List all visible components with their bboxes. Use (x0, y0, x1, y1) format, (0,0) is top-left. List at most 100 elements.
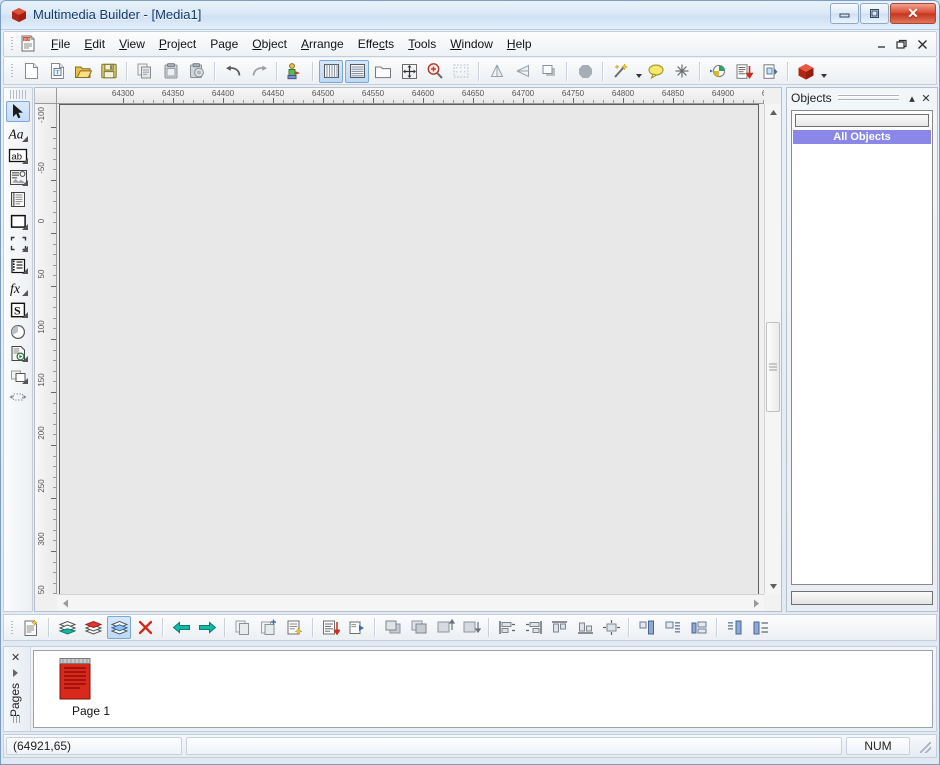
object-export-button[interactable] (345, 616, 369, 639)
menu-item-view[interactable]: View (112, 34, 152, 54)
tool-document[interactable] (6, 189, 30, 210)
tool-timer[interactable] (6, 321, 30, 342)
page-canvas[interactable] (59, 104, 759, 594)
scroll-right-button[interactable] (748, 595, 764, 612)
effects-wand-button[interactable] (609, 60, 633, 83)
build-button[interactable] (794, 60, 818, 83)
scroll-up-button[interactable] (765, 104, 782, 120)
paste-button[interactable] (159, 60, 183, 83)
arrange-toolbar-drag-handle[interactable] (7, 618, 16, 637)
vertical-ruler[interactable]: -100 -50 0 50 100 150 200 250 300 350 (35, 104, 57, 594)
undo-button[interactable] (221, 60, 245, 83)
menu-item-effects[interactable]: Effects (351, 34, 401, 54)
new-file-button[interactable] (19, 60, 43, 83)
delete-page-button[interactable] (133, 616, 157, 639)
same-width-button[interactable] (687, 616, 711, 639)
align-bottom-button[interactable] (573, 616, 597, 639)
sort-objects-button[interactable] (319, 616, 343, 639)
menu-item-project[interactable]: Project (152, 34, 203, 54)
space-vertical-button[interactable] (723, 616, 747, 639)
same-height-button[interactable] (749, 616, 773, 639)
resize-grip-icon[interactable] (913, 737, 933, 755)
menu-item-edit[interactable]: Edit (77, 34, 112, 54)
tool-script[interactable]: S (6, 299, 30, 320)
copy-button[interactable] (133, 60, 157, 83)
shape-button[interactable] (573, 60, 597, 83)
canvas-viewport[interactable] (57, 104, 764, 594)
page-red-button[interactable] (81, 616, 105, 639)
minimize-button[interactable] (830, 3, 859, 24)
folder-button[interactable] (371, 60, 395, 83)
sparkle-button[interactable] (670, 60, 694, 83)
scroll-down-button[interactable] (765, 578, 782, 594)
next-page-button[interactable] (195, 616, 219, 639)
duplicate-object-button[interactable] (231, 616, 255, 639)
zoom-button[interactable] (423, 60, 447, 83)
script-button[interactable] (732, 60, 756, 83)
tool-rectangle[interactable] (6, 211, 30, 232)
send-to-back-button[interactable] (407, 616, 431, 639)
grid-button[interactable] (449, 60, 473, 83)
tool-resize[interactable] (6, 387, 30, 408)
toggle-rulers-button[interactable] (319, 59, 343, 83)
toolbar-drag-handle[interactable] (7, 62, 16, 80)
menu-item-window[interactable]: Window (443, 34, 500, 54)
tool-window[interactable] (6, 365, 30, 386)
page-below-button[interactable] (55, 616, 79, 639)
page-blue-button[interactable] (107, 616, 131, 639)
menu-item-help[interactable]: Help (500, 34, 539, 54)
menu-item-object[interactable]: Object (245, 34, 294, 54)
tool-image[interactable] (6, 167, 30, 188)
open-button[interactable] (71, 60, 95, 83)
tool-select[interactable] (6, 101, 30, 122)
tool-hotspot[interactable] (6, 233, 30, 254)
run-project-button[interactable] (283, 60, 307, 83)
object-properties-button[interactable] (283, 616, 307, 639)
tool-media[interactable] (6, 343, 30, 364)
objects-list-item-all[interactable]: All Objects (793, 130, 931, 144)
horizontal-ruler[interactable]: 64300 64350 64400 64450 64500 64550 64600 64650… (57, 88, 764, 104)
space-horizontal-button[interactable] (635, 616, 659, 639)
balloon-button[interactable] (644, 60, 668, 83)
play-sound-button[interactable] (706, 60, 730, 83)
menu-item-file[interactable]: File (44, 34, 77, 54)
distribute-h-button[interactable] (661, 616, 685, 639)
new-from-template-button[interactable]: T (45, 60, 69, 83)
objects-panel-collapse-button[interactable]: ▴ (905, 91, 919, 105)
shadow-button[interactable] (537, 60, 561, 83)
paste-special-button[interactable] (185, 60, 209, 83)
pages-panel-drag-handle[interactable] (13, 715, 21, 723)
menu-drag-handle[interactable] (7, 35, 16, 53)
flip-horizontal-button[interactable] (485, 60, 509, 83)
objects-panel-bottom-bar[interactable] (791, 591, 933, 605)
mdi-close-button[interactable] (917, 39, 928, 50)
document-properties-icon[interactable]: DOC (18, 34, 40, 54)
menu-item-page[interactable]: Page (203, 34, 245, 54)
menu-item-tools[interactable]: Tools (401, 34, 443, 54)
redo-button[interactable] (247, 60, 271, 83)
tool-effects[interactable]: fx (6, 277, 30, 298)
scroll-left-button[interactable] (57, 595, 73, 612)
objects-filter-combo[interactable] (795, 114, 929, 127)
bring-to-front-button[interactable] (381, 616, 405, 639)
objects-panel-close-button[interactable]: ✕ (919, 91, 933, 105)
tool-label[interactable]: ab (6, 145, 30, 166)
align-top-button[interactable] (547, 616, 571, 639)
pages-panel-close-button[interactable]: ✕ (11, 651, 20, 664)
tool-video[interactable] (6, 255, 30, 276)
toggle-layers-button[interactable] (345, 59, 369, 83)
align-left-button[interactable] (495, 616, 519, 639)
mdi-minimize-button[interactable] (876, 39, 887, 50)
pages-thumbnail-strip[interactable]: Page 1 (33, 650, 933, 728)
tool-text[interactable]: Aa (6, 123, 30, 144)
previous-page-button[interactable] (169, 616, 193, 639)
move-button[interactable] (397, 60, 421, 83)
close-button[interactable]: ✕ (890, 3, 936, 24)
effects-wand-dropdown[interactable] (634, 60, 643, 83)
bring-forward-button[interactable] (433, 616, 457, 639)
tools-palette-drag-handle[interactable] (10, 90, 26, 99)
maximize-button[interactable] (860, 3, 889, 24)
align-center-button[interactable] (599, 616, 623, 639)
pages-panel-expand-icon[interactable] (13, 669, 18, 677)
send-backward-button[interactable] (459, 616, 483, 639)
